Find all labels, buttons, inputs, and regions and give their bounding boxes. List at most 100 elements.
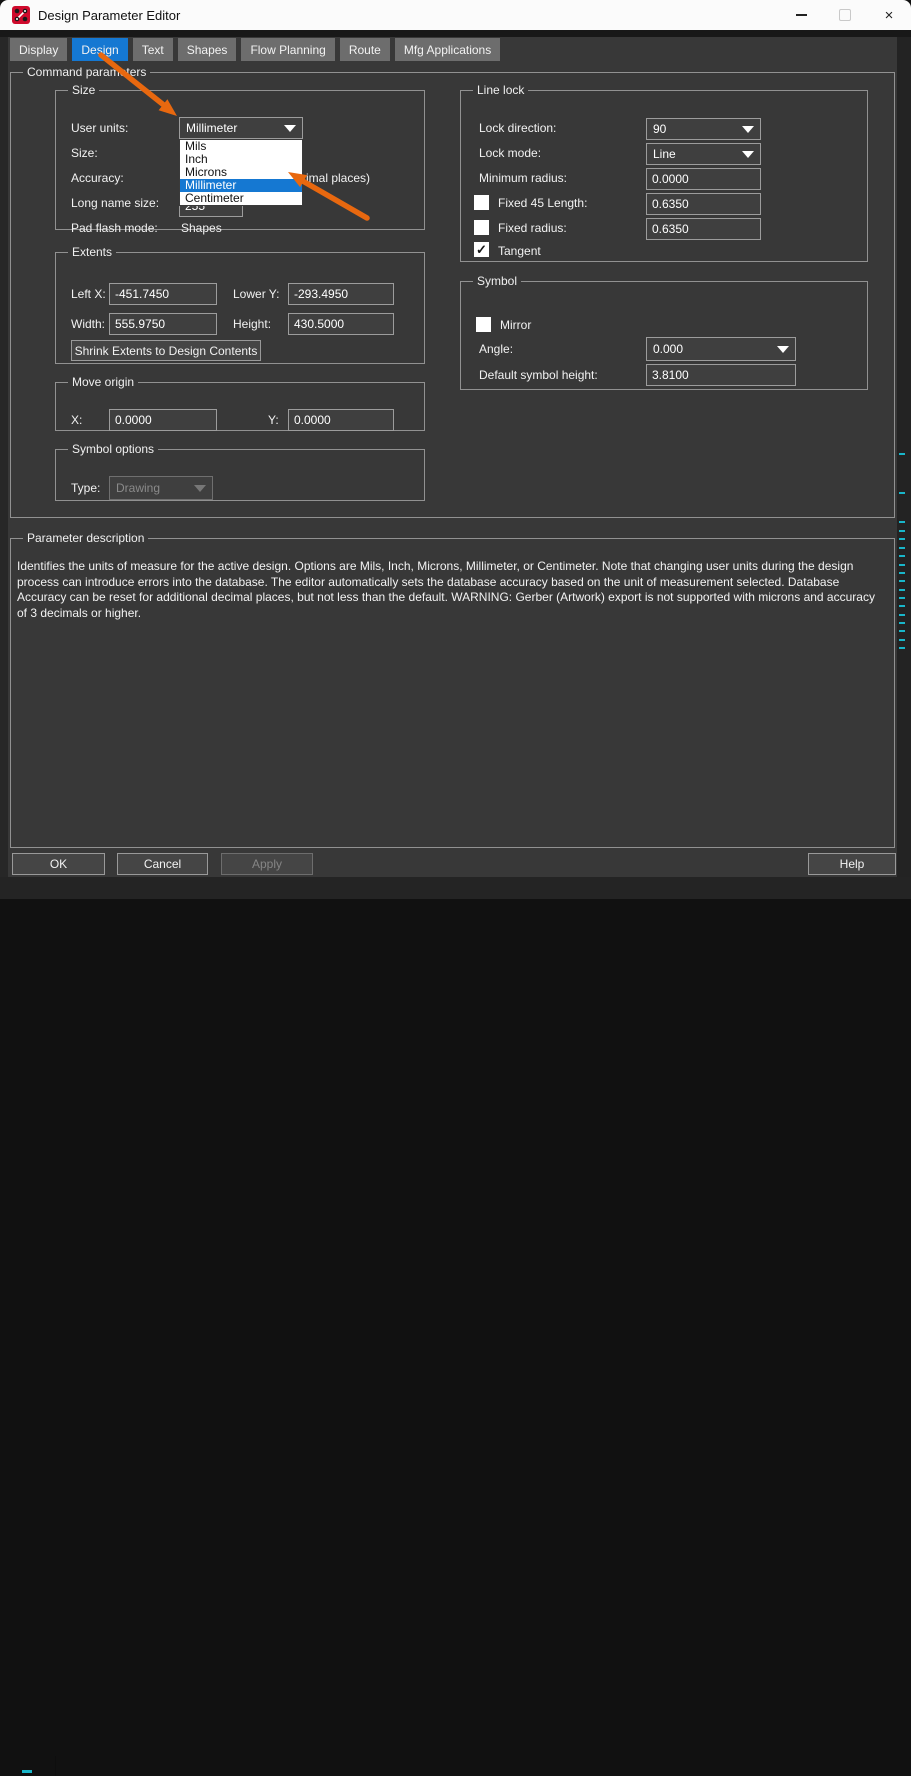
window-frame-strip — [0, 30, 911, 37]
extents-group: Extents Left X: Lower Y: Width: Height: … — [55, 245, 425, 364]
user-units-value: Millimeter — [186, 121, 237, 135]
fixed-radius-checkbox[interactable] — [474, 220, 489, 235]
move-origin-group: Move origin X: Y: — [55, 375, 425, 431]
scroll-tick-mark — [899, 605, 905, 607]
scroll-tick-mark — [899, 614, 905, 616]
design-parameter-editor-window: Design Parameter Editor × Display Design… — [0, 0, 911, 899]
angle-combobox[interactable]: 0.000 — [646, 337, 796, 361]
fixed-45-length-label: Fixed 45 Length: — [498, 196, 587, 210]
lock-direction-combobox[interactable]: 90 — [646, 118, 761, 140]
dropdown-option-centimeter[interactable]: Centimeter — [180, 192, 302, 205]
cancel-button[interactable]: Cancel — [117, 853, 208, 875]
tab-display[interactable]: Display — [10, 38, 67, 61]
lock-mode-combobox[interactable]: Line — [646, 143, 761, 165]
user-units-dropdown-list: Mils Inch Microns Millimeter Centimeter — [179, 139, 303, 206]
fixed-45-length-checkbox[interactable] — [474, 195, 489, 210]
scroll-tick-mark — [899, 521, 905, 523]
symbol-options-group: Symbol options Type: Drawing — [55, 442, 425, 501]
scroll-tick-mark — [899, 597, 905, 599]
lower-y-label: Lower Y: — [233, 287, 279, 301]
mirror-checkbox[interactable] — [476, 317, 491, 332]
lock-mode-label: Lock mode: — [479, 146, 541, 160]
lock-direction-value: 90 — [653, 122, 666, 136]
fixed-radius-label: Fixed radius: — [498, 221, 567, 235]
minimum-radius-label: Minimum radius: — [479, 171, 567, 185]
move-origin-y-input[interactable] — [288, 409, 394, 431]
symbol-group-label: Symbol — [473, 274, 521, 288]
left-x-input[interactable] — [109, 283, 217, 305]
pad-flash-mode-value: Shapes — [181, 221, 222, 235]
left-x-label: Left X: — [71, 287, 106, 301]
fixed-45-length-input[interactable] — [646, 193, 761, 215]
maximize-button[interactable] — [823, 0, 867, 30]
ok-button[interactable]: OK — [12, 853, 105, 875]
user-units-label: User units: — [71, 121, 128, 135]
extents-group-label: Extents — [68, 245, 116, 259]
title-bar: Design Parameter Editor × — [0, 0, 911, 30]
tab-shapes[interactable]: Shapes — [178, 38, 237, 61]
move-origin-y-label: Y: — [268, 413, 279, 427]
command-parameters-label: Command parameters — [23, 65, 150, 79]
long-name-size-label: Long name size: — [71, 196, 159, 210]
scroll-tick-mark — [899, 453, 905, 455]
tab-mfg-applications[interactable]: Mfg Applications — [395, 38, 500, 61]
close-button[interactable]: × — [867, 0, 911, 30]
maximize-icon — [839, 9, 851, 21]
move-origin-group-label: Move origin — [68, 375, 138, 389]
status-bar — [0, 877, 911, 899]
window-left-edge — [0, 37, 8, 877]
line-lock-group-label: Line lock — [473, 83, 528, 97]
chevron-down-icon — [742, 126, 754, 133]
chevron-down-icon — [194, 485, 206, 492]
apply-button: Apply — [221, 853, 313, 875]
app-icon — [12, 6, 30, 24]
scroll-tick-mark — [899, 572, 905, 574]
angle-value: 0.000 — [653, 342, 683, 356]
scroll-tick-mark — [899, 630, 905, 632]
move-origin-x-input[interactable] — [109, 409, 217, 431]
scroll-tick-mark — [899, 639, 905, 641]
user-units-combobox[interactable]: Millimeter — [179, 117, 303, 139]
size-group-label: Size — [68, 83, 99, 97]
symbol-type-combobox: Drawing — [109, 476, 213, 500]
accuracy-units-text: imal places) — [306, 171, 370, 185]
width-input[interactable] — [109, 313, 217, 335]
symbol-type-value: Drawing — [116, 481, 160, 495]
status-bar-mark — [22, 1770, 32, 1773]
parameter-description-group: Parameter description Identifies the uni… — [10, 531, 895, 848]
scroll-tick-mark — [899, 589, 905, 591]
default-symbol-height-input[interactable] — [646, 364, 796, 386]
scroll-tick-mark — [899, 492, 905, 494]
scroll-tick-mark — [899, 580, 905, 582]
tab-flow-planning[interactable]: Flow Planning — [241, 38, 334, 61]
minimize-icon — [796, 14, 807, 16]
window-right-edge — [897, 37, 911, 877]
shrink-extents-button[interactable]: Shrink Extents to Design Contents — [71, 340, 261, 361]
minimize-button[interactable] — [779, 0, 823, 30]
scroll-tick-mark — [899, 530, 905, 532]
pad-flash-mode-label: Pad flash mode: — [71, 221, 158, 235]
parameter-description-label: Parameter description — [23, 531, 148, 545]
tab-route[interactable]: Route — [340, 38, 390, 61]
scroll-tick-mark — [899, 538, 905, 540]
window-title: Design Parameter Editor — [38, 8, 180, 23]
chevron-down-icon — [284, 125, 296, 132]
line-lock-group: Line lock Lock direction: 90 Lock mode: … — [460, 83, 868, 262]
lock-direction-label: Lock direction: — [479, 121, 556, 135]
tab-text[interactable]: Text — [133, 38, 173, 61]
lower-y-input[interactable] — [288, 283, 394, 305]
height-input[interactable] — [288, 313, 394, 335]
help-button[interactable]: Help — [808, 853, 896, 875]
minimum-radius-input[interactable] — [646, 168, 761, 190]
move-origin-x-label: X: — [71, 413, 82, 427]
symbol-options-group-label: Symbol options — [68, 442, 158, 456]
tab-design[interactable]: Design — [72, 38, 127, 61]
fixed-radius-input[interactable] — [646, 218, 761, 240]
close-icon: × — [885, 8, 894, 23]
default-symbol-height-label: Default symbol height: — [479, 368, 598, 382]
accuracy-label: Accuracy: — [71, 171, 124, 185]
angle-label: Angle: — [479, 342, 513, 356]
tangent-checkbox[interactable] — [474, 242, 489, 257]
scroll-tick-mark — [899, 622, 905, 624]
chevron-down-icon — [777, 346, 789, 353]
